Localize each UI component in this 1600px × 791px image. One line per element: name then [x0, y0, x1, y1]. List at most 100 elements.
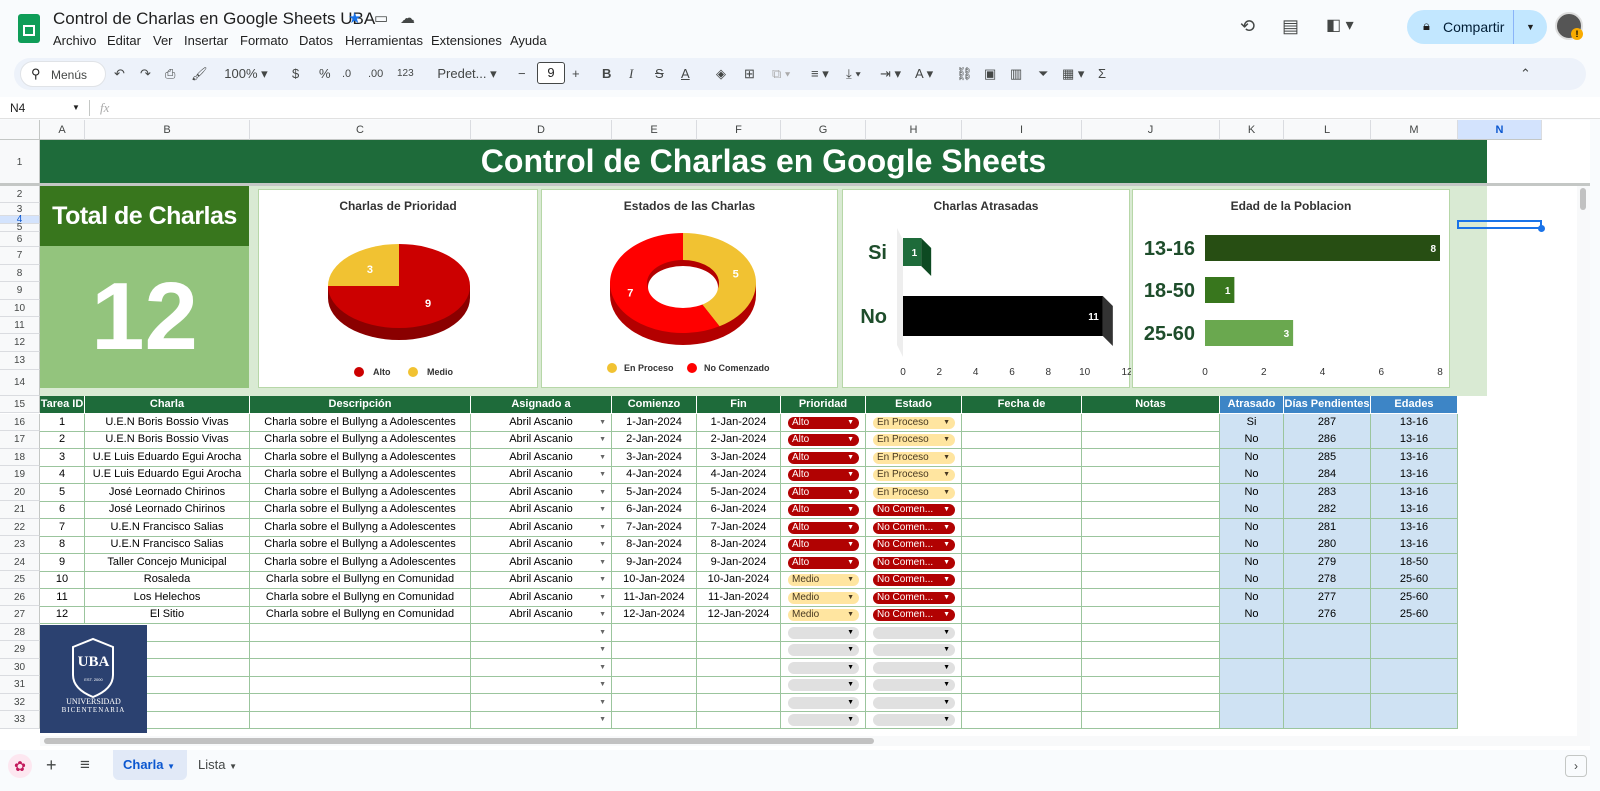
font-size-increase-icon[interactable]: + [572, 64, 580, 84]
table-cell[interactable]: No [1220, 431, 1284, 449]
formula-input[interactable] [124, 99, 1584, 117]
table-cell[interactable]: 279 [1284, 553, 1371, 572]
table-cell[interactable]: No [1220, 536, 1284, 554]
priority-chip[interactable]: Alto ▼ [788, 556, 859, 569]
row-header[interactable]: 11 [0, 317, 40, 334]
table-cell[interactable] [1082, 483, 1220, 502]
table-cell[interactable]: 1-Jan-2024 [697, 413, 781, 432]
dropdown-arrow-icon[interactable]: ▼ [599, 694, 606, 711]
row-header[interactable]: 21 [0, 501, 40, 519]
priority-chip[interactable]: Alto ▼ [788, 486, 859, 499]
row-header[interactable]: 2 [0, 186, 40, 203]
row-header[interactable]: 7 [0, 247, 40, 265]
table-cell[interactable] [1082, 693, 1220, 712]
cloud-status-icon[interactable]: ☁ [400, 9, 415, 29]
priority-chip[interactable]: Alto ▼ [788, 521, 859, 534]
column-header-f[interactable]: F [697, 120, 781, 140]
table-cell[interactable]: 12 [40, 606, 85, 624]
strikethrough-icon[interactable]: S [655, 64, 664, 84]
table-cell[interactable]: 5-Jan-2024 [612, 483, 697, 502]
table-cell[interactable]: Charla sobre el Bullyng a Adolescentes [250, 466, 471, 484]
table-cell[interactable]: Abril Ascanio ▼ [471, 413, 612, 432]
table-cell[interactable]: Abril Ascanio ▼ [471, 571, 612, 589]
table-cell[interactable]: 10 [40, 571, 85, 589]
undo-icon[interactable]: ↶ [114, 64, 125, 84]
table-cell[interactable] [697, 641, 781, 659]
table-header-cell[interactable]: Descripción [250, 396, 471, 413]
table-cell[interactable] [697, 711, 781, 729]
table-cell[interactable]: No Comen... ▼ [866, 571, 962, 589]
priority-chip[interactable]: ▼ [788, 696, 859, 709]
table-cell[interactable]: 18-50 [1371, 553, 1458, 572]
table-cell[interactable]: Abril Ascanio ▼ [471, 553, 612, 572]
table-cell[interactable] [1371, 623, 1458, 642]
table-cell[interactable]: 7-Jan-2024 [697, 518, 781, 537]
row-header[interactable]: 10 [0, 300, 40, 317]
percent-button[interactable]: % [319, 64, 331, 84]
table-cell[interactable]: No Comen... ▼ [866, 606, 962, 624]
priority-chip[interactable]: Medio ▼ [788, 591, 859, 604]
row-header[interactable]: 29 [0, 641, 40, 659]
row-header[interactable]: 5 [0, 223, 40, 233]
tab-charla[interactable]: Charla ▼ [113, 750, 187, 780]
status-chip[interactable]: No Comen... ▼ [873, 591, 955, 604]
dropdown-arrow-icon[interactable]: ▼ [599, 501, 606, 518]
table-cell[interactable] [1082, 536, 1220, 554]
row-header[interactable]: 9 [0, 282, 40, 300]
table-cell[interactable]: 25-60 [1371, 571, 1458, 589]
document-title[interactable]: Control de Charlas en Google Sheets UBA [53, 9, 375, 29]
text-wrap-icon[interactable]: ⇥ ▾ [880, 64, 901, 84]
dropdown-arrow-icon[interactable]: ▼ [599, 484, 606, 501]
table-cell[interactable]: ▼ [781, 658, 866, 677]
priority-chip[interactable]: Medio ▼ [788, 574, 859, 586]
column-header-i[interactable]: I [962, 120, 1082, 140]
table-header-cell[interactable]: Edades [1371, 396, 1458, 413]
table-cell[interactable] [962, 623, 1082, 642]
table-cell[interactable]: 10-Jan-2024 [697, 571, 781, 589]
table-cell[interactable] [1082, 448, 1220, 467]
table-cell[interactable]: 7-Jan-2024 [612, 518, 697, 537]
table-cell[interactable]: 7 [40, 518, 85, 537]
table-cell[interactable]: Charla sobre el Bullyng en Comunidad [250, 606, 471, 624]
priority-chip[interactable]: Alto ▼ [788, 469, 859, 481]
table-cell[interactable]: Medio ▼ [781, 606, 866, 624]
column-header-k[interactable]: K [1220, 120, 1284, 140]
add-sheet-icon[interactable]: + [46, 755, 57, 776]
table-cell[interactable]: 4 [40, 466, 85, 484]
table-cell[interactable]: Charla sobre el Bullyng a Adolescentes [250, 413, 471, 432]
meet-icon[interactable]: ◧ ▾ [1326, 16, 1354, 36]
table-cell[interactable]: No [1220, 553, 1284, 572]
table-cell[interactable]: No [1220, 588, 1284, 607]
status-chip[interactable]: No Comen... ▼ [873, 574, 955, 586]
insert-comment-icon[interactable]: ▣ [984, 64, 996, 84]
dropdown-arrow-icon[interactable]: ▼ [599, 659, 606, 676]
table-cell[interactable]: 3-Jan-2024 [612, 448, 697, 467]
table-cell[interactable] [962, 431, 1082, 449]
table-cell[interactable]: 13-16 [1371, 413, 1458, 432]
table-cell[interactable]: U.E Luis Eduardo Egui Arocha [85, 466, 250, 484]
table-cell[interactable]: 6-Jan-2024 [612, 501, 697, 519]
table-cell[interactable]: ▼ [471, 711, 612, 729]
row-header[interactable]: 1 [0, 140, 40, 186]
table-cell[interactable]: ▼ [866, 658, 962, 677]
row-header[interactable]: 30 [0, 658, 40, 676]
table-cell[interactable]: ▼ [866, 641, 962, 659]
table-cell[interactable]: Alto ▼ [781, 431, 866, 449]
table-cell[interactable]: Alto ▼ [781, 518, 866, 537]
menu-search[interactable]: ⚲ Menús [20, 61, 106, 87]
name-box[interactable]: N4 ▼ [10, 99, 82, 117]
table-cell[interactable]: Abril Ascanio ▼ [471, 448, 612, 467]
table-cell[interactable]: 2 [40, 431, 85, 449]
fill-handle[interactable] [1538, 225, 1545, 232]
explore-button[interactable]: › [1565, 755, 1587, 777]
status-chip[interactable]: ▼ [873, 661, 955, 674]
table-cell[interactable]: 2-Jan-2024 [697, 431, 781, 449]
table-cell[interactable] [250, 711, 471, 729]
table-cell[interactable] [1284, 623, 1371, 642]
table-cell[interactable]: 13-16 [1371, 431, 1458, 449]
status-chip[interactable]: ▼ [873, 644, 955, 656]
dropdown-arrow-icon[interactable]: ▼ [599, 641, 606, 658]
column-header-g[interactable]: G [781, 120, 866, 140]
row-header[interactable]: 13 [0, 352, 40, 370]
column-header-c[interactable]: C [250, 120, 471, 140]
